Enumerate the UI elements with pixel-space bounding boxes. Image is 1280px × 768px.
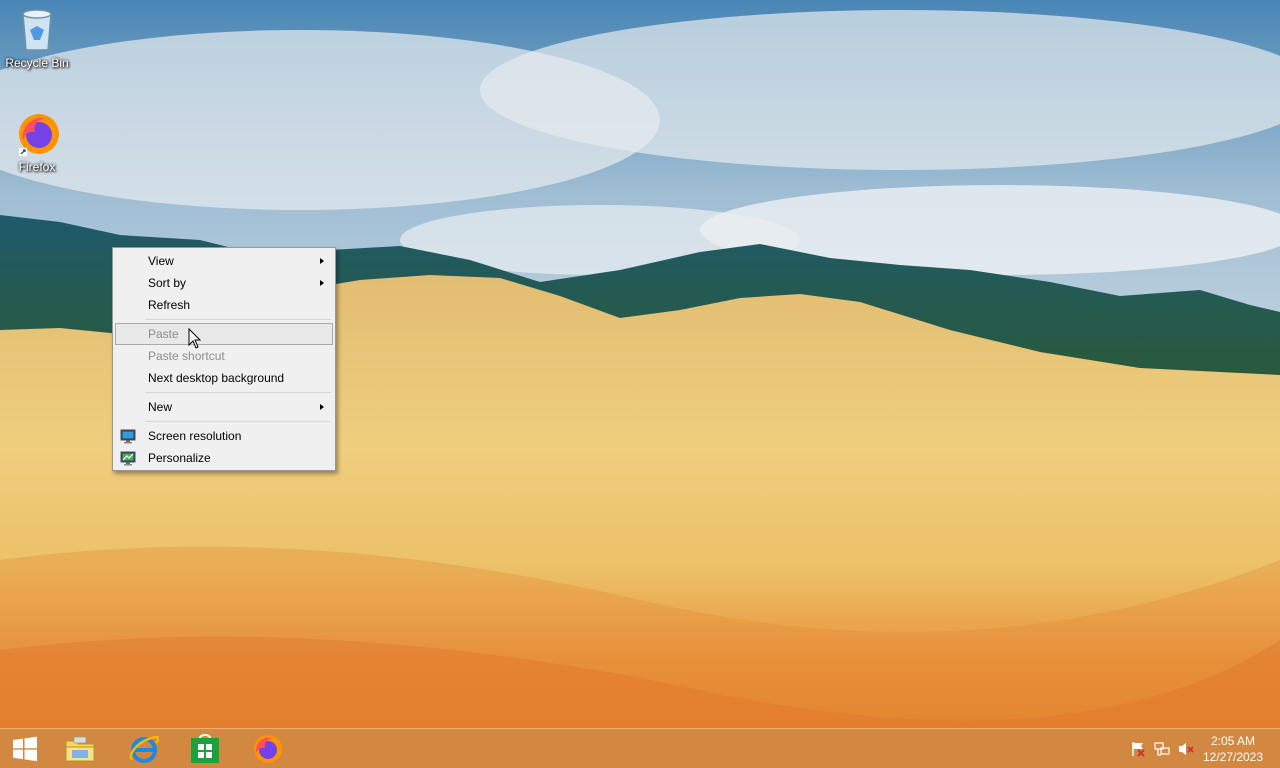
desktop-context-menu: View Sort by Refresh Paste Paste shortcu… xyxy=(112,247,336,471)
menu-item-label: Screen resolution xyxy=(148,429,242,443)
taskbar-firefox[interactable] xyxy=(239,729,295,768)
store-icon xyxy=(191,734,219,763)
action-center-flag-icon[interactable] xyxy=(1130,741,1146,757)
submenu-arrow-icon xyxy=(320,258,324,264)
taskbar-internet-explorer[interactable] xyxy=(116,729,172,768)
menu-item-personalize[interactable]: Personalize xyxy=(115,447,333,469)
menu-item-next-desktop-background[interactable]: Next desktop background xyxy=(115,367,333,389)
menu-item-label: Refresh xyxy=(148,298,191,312)
desktop[interactable]: Recycle Bin Firefox View Sort by Refresh xyxy=(0,0,1280,768)
menu-item-label: Next desktop background xyxy=(148,371,285,385)
menu-item-label: View xyxy=(148,254,174,268)
menu-item-label: Sort by xyxy=(148,276,187,290)
menu-separator xyxy=(145,319,331,320)
firefox-icon xyxy=(254,735,282,763)
menu-item-sort-by[interactable]: Sort by xyxy=(115,272,333,294)
menu-separator xyxy=(145,392,331,393)
personalize-icon xyxy=(120,451,136,466)
clock-date: 12/27/2023 xyxy=(1202,750,1264,764)
start-button[interactable] xyxy=(0,729,50,768)
taskbar: 2:05 AM 12/27/2023 xyxy=(0,728,1280,768)
menu-item-refresh[interactable]: Refresh xyxy=(115,294,333,316)
recycle-bin-icon xyxy=(13,6,61,54)
volume-muted-icon[interactable] xyxy=(1178,741,1194,757)
menu-separator xyxy=(145,421,331,422)
menu-item-view[interactable]: View xyxy=(115,250,333,272)
mouse-pointer-icon xyxy=(188,328,202,349)
menu-item-label: Personalize xyxy=(148,451,211,465)
firefox-icon xyxy=(13,110,61,158)
desktop-icon-firefox[interactable]: Firefox xyxy=(0,110,74,174)
file-explorer-icon xyxy=(65,736,95,762)
desktop-icon-recycle-bin[interactable]: Recycle Bin xyxy=(0,6,74,70)
clock-time: 2:05 AM xyxy=(1210,734,1256,748)
menu-item-paste[interactable]: Paste xyxy=(115,323,333,345)
taskbar-store[interactable] xyxy=(177,729,233,768)
monitor-icon xyxy=(120,429,136,444)
menu-item-label: New xyxy=(148,400,173,414)
menu-item-label: Paste shortcut xyxy=(148,349,225,363)
taskbar-clock[interactable]: 2:05 AM 12/27/2023 xyxy=(1198,733,1268,765)
firefox-label: Firefox xyxy=(18,160,56,174)
windows-logo-icon xyxy=(13,736,37,762)
menu-item-paste-shortcut[interactable]: Paste shortcut xyxy=(115,345,333,367)
internet-explorer-icon xyxy=(129,735,159,763)
recycle-bin-label: Recycle Bin xyxy=(5,56,69,70)
submenu-arrow-icon xyxy=(320,280,324,286)
submenu-arrow-icon xyxy=(320,404,324,410)
network-icon[interactable] xyxy=(1154,741,1170,757)
menu-item-label: Paste xyxy=(148,327,179,341)
menu-item-screen-resolution[interactable]: Screen resolution xyxy=(115,425,333,447)
menu-item-new[interactable]: New xyxy=(115,396,333,418)
taskbar-file-explorer[interactable] xyxy=(52,729,108,768)
